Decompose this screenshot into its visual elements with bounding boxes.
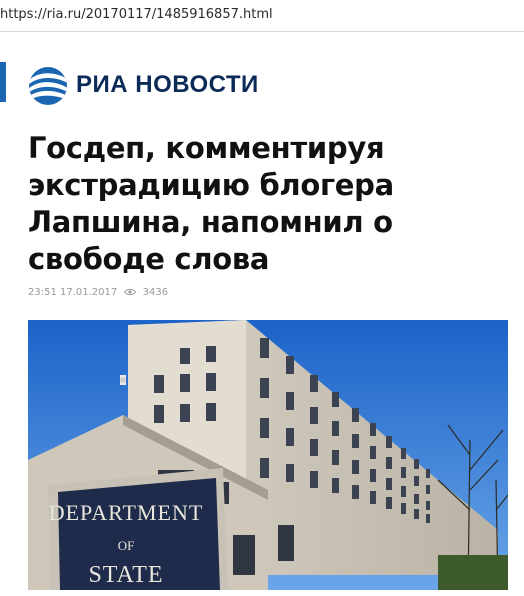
sign-line-3: STATE (88, 562, 163, 588)
sign-line-1: DEPARTMENT (49, 500, 204, 525)
url-text[interactable]: https://ria.ru/20170117/1485916857.html (0, 7, 273, 22)
eye-icon (124, 288, 137, 296)
page-top-spacer (0, 32, 524, 62)
browser-address-bar[interactable]: https://ria.ru/20170117/1485916857.html (0, 0, 524, 32)
accent-bar (0, 62, 6, 102)
article-meta: 23:51 17.01.2017 3436 (28, 287, 168, 298)
article-headline: Госдеп, комментируя экстрадицию блогера … (28, 131, 394, 276)
sign-line-2: OF (118, 538, 135, 553)
article-photo: DEPARTMENT OF STATE (28, 320, 508, 590)
article-timestamp: 23:51 17.01.2017 (28, 287, 118, 298)
article-views: 3436 (142, 287, 169, 298)
ria-logo-globe-icon[interactable] (26, 64, 70, 108)
brand-name[interactable]: РИА НОВОСТИ (76, 71, 259, 99)
